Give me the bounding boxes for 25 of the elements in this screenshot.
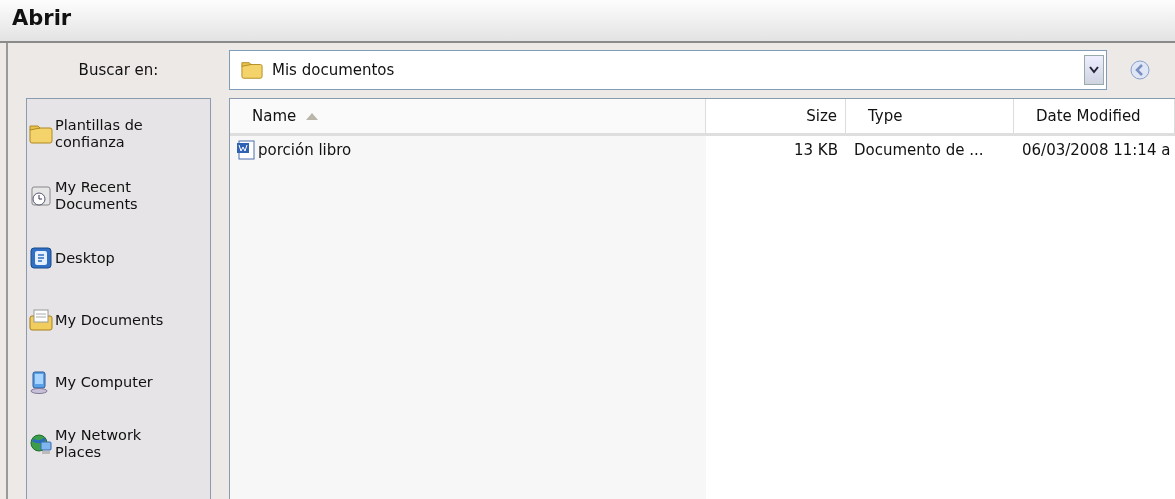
sort-arrow-icon (306, 112, 319, 120)
places-item[interactable]: Plantillas de confianza (27, 103, 210, 165)
column-header[interactable]: Name (230, 99, 706, 133)
folder-icon (29, 122, 53, 146)
type-cell-text: Documento de ... (853, 140, 985, 161)
look-in-label: Buscar en: (77, 61, 160, 79)
dropdown-button[interactable] (1084, 55, 1104, 85)
look-in-dropdown[interactable]: Mis documentos (229, 50, 1107, 90)
places-item[interactable]: My Recent Documents (27, 165, 210, 227)
folder-icon (240, 59, 264, 81)
clock-document-icon (29, 184, 53, 208)
globe-computer-icon (29, 432, 53, 456)
document-icon (236, 140, 256, 160)
desktop-icon (29, 246, 53, 270)
file-name-cell[interactable]: porción libro (230, 136, 706, 164)
back-icon[interactable] (1129, 59, 1151, 81)
window-title: Abrir (0, 0, 1175, 43)
date-cell-text: 06/03/2008 11:14 a (1021, 140, 1172, 161)
document-folder-icon (29, 308, 53, 332)
places-item[interactable]: My Computer (27, 351, 210, 413)
size-cell-text: 13 KB (793, 140, 839, 161)
places-item[interactable]: My Documents (27, 289, 210, 351)
places-item[interactable]: Desktop (27, 227, 210, 289)
places-item[interactable]: My Network Places (27, 413, 210, 475)
chevron-down-icon (1089, 66, 1099, 74)
